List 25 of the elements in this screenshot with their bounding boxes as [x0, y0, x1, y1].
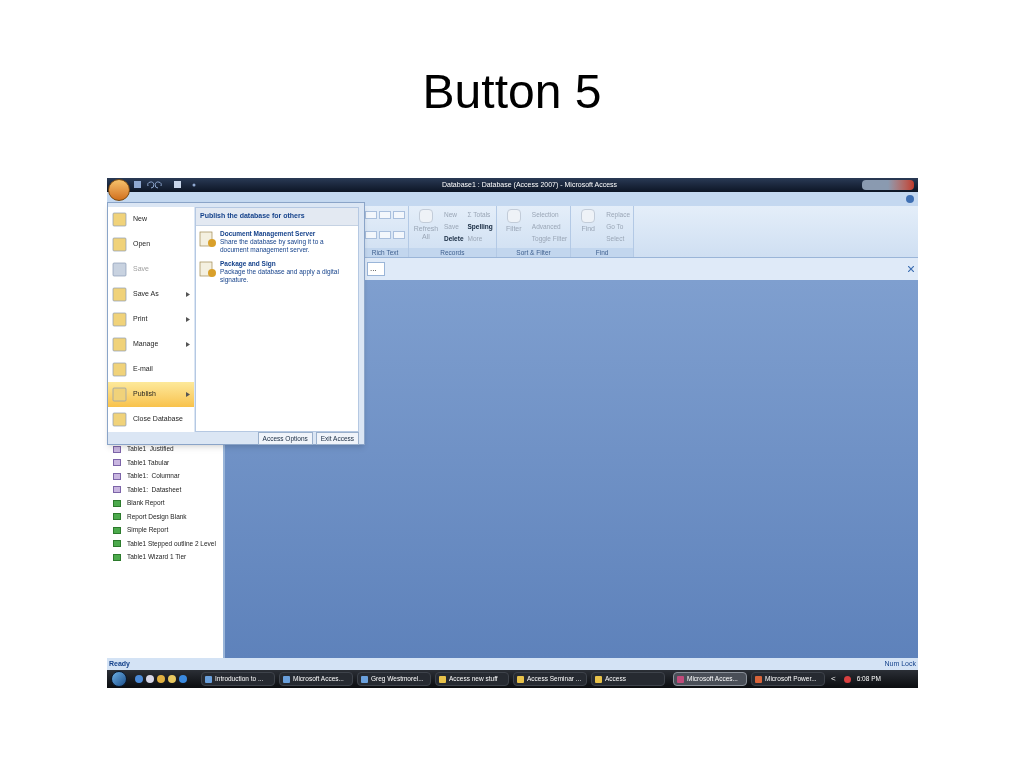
- app-icon: [283, 675, 290, 683]
- menu-item-icon: [111, 386, 128, 403]
- slide-title: Button 5: [422, 68, 602, 116]
- app-icon: [205, 675, 212, 683]
- menu-item-icon: [111, 211, 128, 228]
- document-icon: [199, 259, 217, 278]
- app-icon: [755, 675, 762, 683]
- menu-item-icon: [111, 261, 128, 278]
- app-icon: [677, 675, 684, 683]
- menu-item-icon: [111, 411, 128, 428]
- folder-icon: [439, 675, 446, 683]
- folder-icon: [595, 675, 602, 683]
- menu-item-icon: [111, 336, 128, 353]
- folder-icon: [517, 675, 524, 683]
- menu-item-icon: [111, 236, 128, 253]
- menu-item-icon: [111, 286, 128, 303]
- document-icon: [199, 229, 217, 248]
- menu-item-icon: [111, 311, 128, 328]
- close-icon[interactable]: [908, 266, 914, 272]
- menu-item-icon: [111, 361, 128, 378]
- app-icon: [361, 675, 368, 683]
- tray-expand-arrow[interactable]: <: [831, 673, 836, 685]
- document-field[interactable]: ...: [367, 262, 385, 276]
- help-icon[interactable]: [906, 195, 914, 203]
- start-button[interactable]: [111, 671, 127, 687]
